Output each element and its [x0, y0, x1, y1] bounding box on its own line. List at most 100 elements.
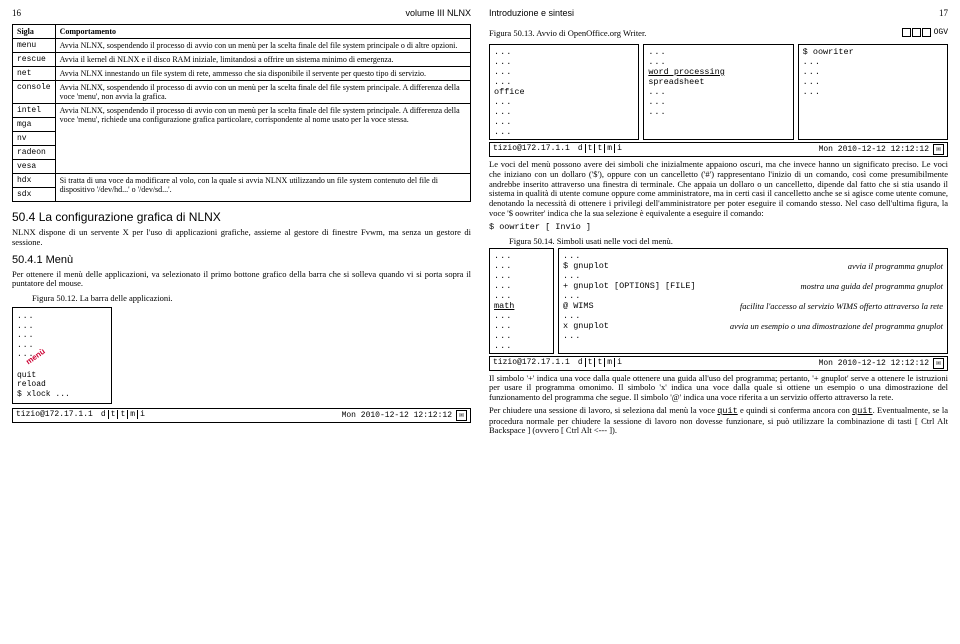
mail-icon: ✉	[933, 358, 944, 369]
menu-dot: ...	[17, 322, 107, 332]
desc: facilita l'accesso al servizio WIMS offe…	[740, 301, 943, 311]
para-symbols: Le voci del menù possono avere dei simbo…	[489, 160, 948, 219]
caption-50-13: Figura 50.13. Avvio di OpenOffice.org Wr…	[489, 28, 646, 38]
th-sigla: Sigla	[13, 25, 56, 39]
desc: avvia il programma gnuplot	[848, 261, 943, 271]
status-time: Mon 2010-12-12 12:12:12	[819, 145, 929, 154]
cell: ...	[803, 57, 943, 67]
status-user: tizio@172.17.1.1	[16, 410, 93, 421]
fig13-col2: ... ... word processing spreadsheet ... …	[643, 44, 793, 140]
cell: ...	[563, 291, 581, 301]
cell: ...	[803, 67, 943, 77]
sigla-cell: menu	[13, 39, 56, 53]
right-page-header: Introduzione e sintesi 17	[489, 8, 948, 18]
figure-50-14: ... ... ... ... ... math ... ... ... ...…	[489, 248, 948, 354]
cell: ...	[494, 107, 634, 117]
cell: ...	[648, 87, 788, 97]
cell: ...	[563, 311, 581, 321]
heading-50-4: 50.4 La configurazione grafica di NLNX	[12, 210, 471, 224]
status-time: Mon 2010-12-12 12:12:12	[819, 359, 929, 368]
mail-icon: ✉	[933, 144, 944, 155]
flag: m	[604, 358, 614, 367]
cell-gnuplot[interactable]: $ gnuplot	[563, 261, 609, 271]
menu-dot: ...	[17, 331, 107, 341]
status-flags: dttmi	[576, 144, 624, 155]
flag: i	[614, 358, 624, 367]
cell-office[interactable]: office	[494, 87, 634, 97]
flag: t	[585, 358, 595, 367]
status-bar-r1: tizio@172.17.1.1 dttmi Mon 2010-12-12 12…	[489, 142, 948, 157]
sigla-cell: nv	[13, 132, 56, 146]
fig13-col3: $ oowriter ... ... ... ...	[798, 44, 948, 140]
flag: t	[108, 410, 118, 419]
flag: t	[117, 410, 127, 419]
flag: d	[576, 144, 585, 153]
cell: ...	[563, 251, 581, 261]
menu-popup: ... ... ... ... ... menù quit reload $ x…	[12, 307, 112, 404]
desc: mostra una guida del programma gnuplot	[800, 281, 943, 291]
fig14-col2: ... $ gnuplotavvia il programma gnuplot …	[558, 248, 948, 354]
flag: i	[137, 410, 147, 419]
cell: ...	[494, 331, 549, 341]
flag: d	[576, 358, 585, 367]
cell: ...	[648, 47, 788, 57]
cell: ...	[494, 117, 634, 127]
para-plus-symbol: Il simbolo '+' indica una voce dalla qua…	[489, 374, 948, 403]
status-user: tizio@172.17.1.1	[493, 144, 570, 155]
fig14-col1: ... ... ... ... ... math ... ... ... ...	[489, 248, 554, 354]
text: Per chiudere una sessione di lavoro, si …	[489, 405, 717, 415]
status-flags: dttmi	[99, 410, 147, 421]
cell: ...	[563, 331, 581, 341]
menu-dot: ...	[17, 312, 107, 322]
menu-reload[interactable]: reload	[17, 380, 107, 390]
sigla-cell: mga	[13, 118, 56, 132]
text: e quindi si conferma ancora con	[738, 405, 852, 415]
desc: avvia un esempio o una dimostrazione del…	[730, 321, 943, 331]
left-page: 16 volume III NLNX Sigla Comportamento m…	[12, 8, 471, 439]
cell: ...	[648, 57, 788, 67]
heading-50-4-1: 50.4.1 Menù	[12, 254, 471, 266]
caption-50-12: Figura 50.12. La barra delle applicazion…	[32, 293, 471, 303]
movie-icon	[902, 28, 931, 37]
cell: ...	[494, 67, 634, 77]
sigla-table: Sigla Comportamento menuAvvia NLNX, sosp…	[12, 24, 471, 202]
quit-ref: quit	[717, 406, 737, 416]
cell: ...	[648, 107, 788, 117]
comp-cell: Si tratta di una voce da modificare al v…	[55, 174, 470, 202]
left-running-head: volume III NLNX	[405, 8, 471, 18]
flag: t	[585, 144, 595, 153]
cell: ...	[494, 77, 634, 87]
figure-50-13: ... ... ... ... office ... ... ... ... .…	[489, 44, 948, 140]
cell-oowriter[interactable]: $ oowriter	[803, 47, 943, 57]
menu-quit[interactable]: quit	[17, 371, 107, 381]
cell: ...	[803, 87, 943, 97]
comp-cell: Avvia NLNX innestando un file system di …	[55, 67, 470, 81]
cell-spreadsheet[interactable]: spreadsheet	[648, 77, 788, 87]
caption-50-14: Figura 50.14. Simboli usati nelle voci d…	[509, 236, 948, 246]
cell: ...	[494, 281, 549, 291]
cell: ...	[803, 77, 943, 87]
quit-ref: quit	[852, 406, 872, 416]
cell: ...	[494, 321, 549, 331]
status-time: Mon 2010-12-12 12:12:12	[342, 411, 452, 420]
sigla-cell: net	[13, 67, 56, 81]
cell-wims[interactable]: @ WIMS	[563, 301, 594, 311]
cell: ...	[494, 251, 549, 261]
menu-dot: ...	[17, 341, 107, 351]
cell: ...	[494, 271, 549, 281]
cell: ...	[494, 291, 549, 301]
cell: ...	[563, 271, 581, 281]
cell-x-gnuplot[interactable]: x gnuplot	[563, 321, 609, 331]
cell-wordproc[interactable]: word processing	[648, 67, 788, 77]
cell-math[interactable]: math	[494, 301, 549, 311]
menu-xlock[interactable]: $ xlock ...	[17, 390, 107, 400]
flag: i	[614, 144, 624, 153]
fig13-col1: ... ... ... ... office ... ... ... ...	[489, 44, 639, 140]
mail-icon: ✉	[456, 410, 467, 421]
flag: d	[99, 410, 108, 419]
status-bar-left: tizio@172.17.1.1 dttmi Mon 2010-12-12 12…	[12, 408, 471, 423]
sigla-cell: console	[13, 81, 56, 104]
cell-gnuplot-help[interactable]: + gnuplot [OPTIONS] [FILE]	[563, 281, 696, 291]
flag: t	[594, 358, 604, 367]
cell: ...	[494, 311, 549, 321]
